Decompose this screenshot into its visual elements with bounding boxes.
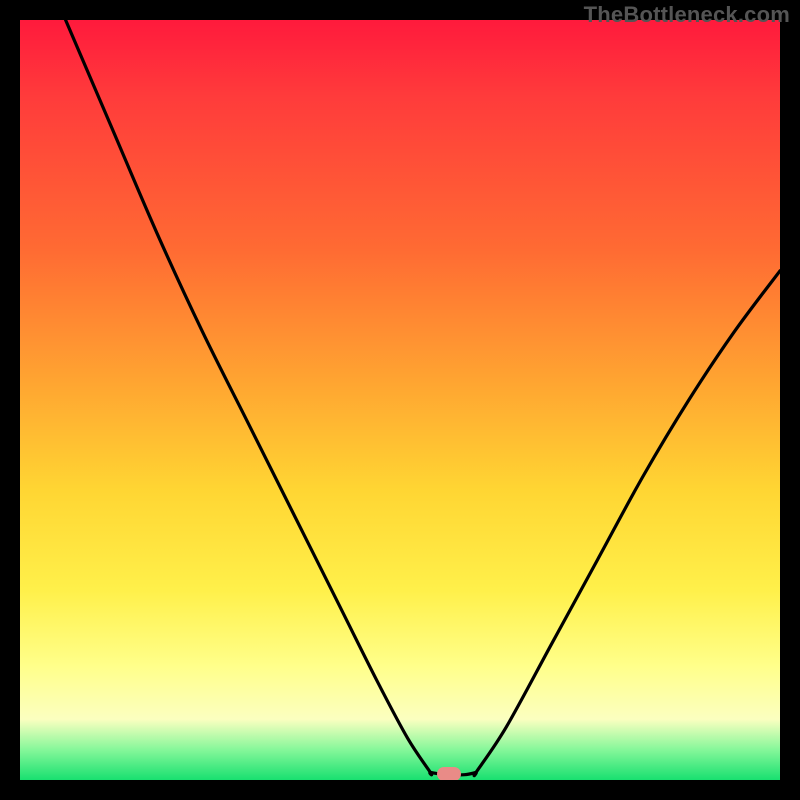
bottleneck-curve <box>20 20 780 780</box>
curve-path <box>66 20 780 776</box>
site-watermark: TheBottleneck.com <box>584 2 790 28</box>
plot-area <box>20 20 780 780</box>
optimal-point-marker <box>437 767 461 780</box>
chart-frame: TheBottleneck.com <box>0 0 800 800</box>
